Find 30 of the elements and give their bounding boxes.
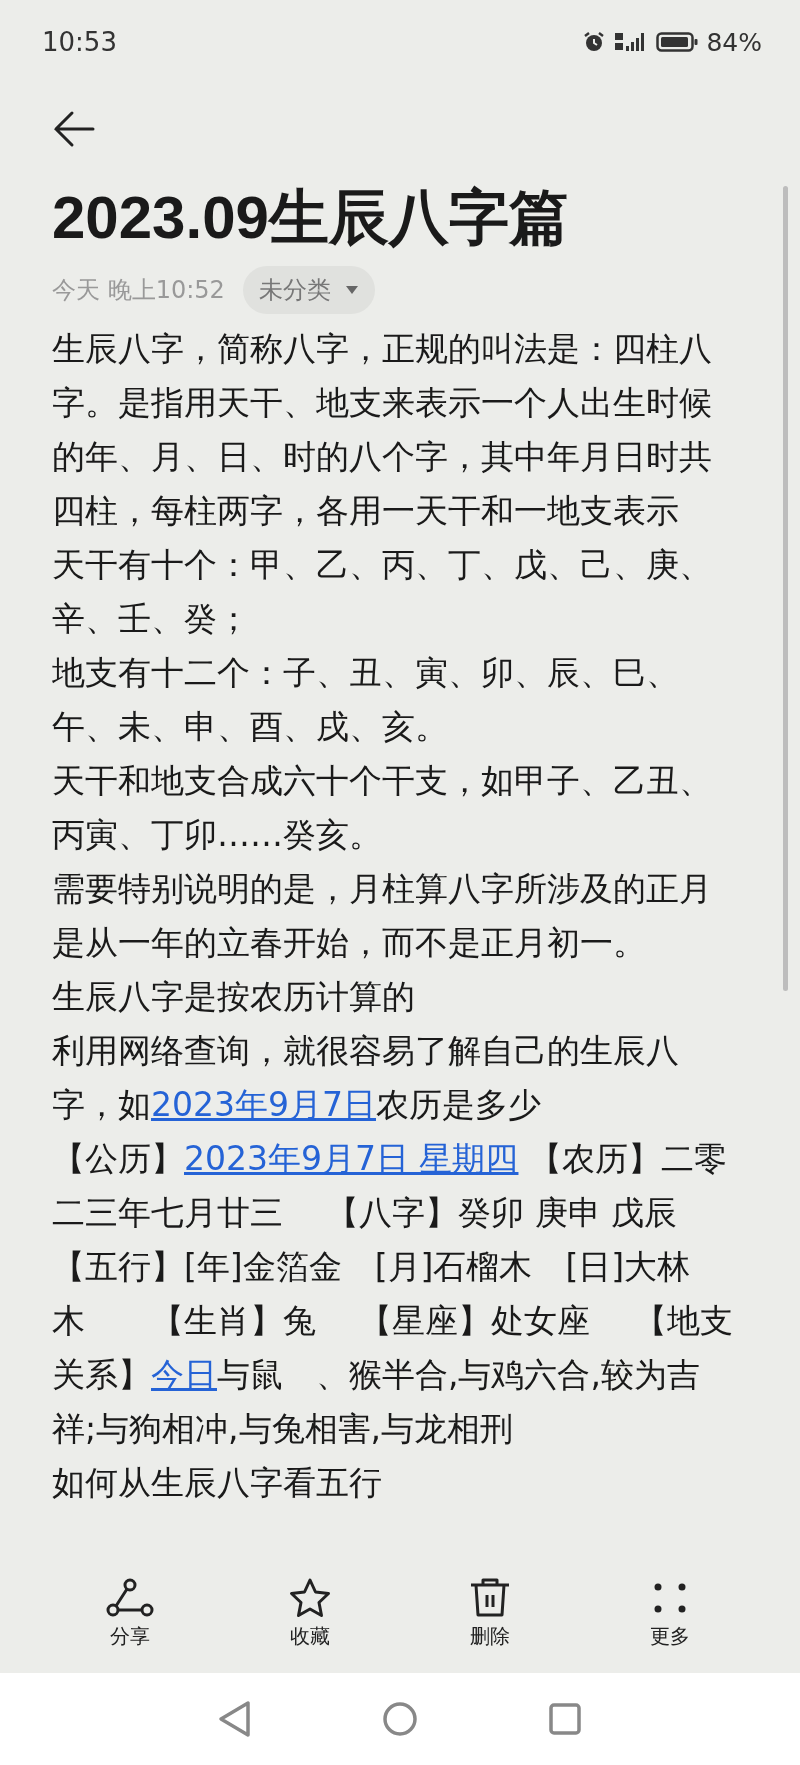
toolbar-button[interactable]: 分享	[40, 1576, 220, 1650]
body-paragraph: 天干有十个：甲、乙、丙、丁、戊、己、庚、辛、壬、癸；	[52, 544, 713, 640]
status-time: 10:53	[42, 27, 117, 57]
toolbar-button[interactable]: 更多	[580, 1576, 760, 1650]
body-paragraph: 天干和地支合成六十个干支，如甲子、乙丑、丙寅、丁卯……癸亥。	[52, 760, 713, 856]
recent-apps-icon[interactable]	[548, 1702, 582, 1736]
battery-icon	[656, 31, 699, 53]
note-date: 今天 晚上10:52	[52, 275, 225, 306]
home-nav-icon[interactable]	[382, 1701, 418, 1737]
date-link[interactable]: 今日	[151, 1355, 217, 1394]
back-nav-icon[interactable]	[218, 1700, 252, 1738]
caret-down-icon	[344, 285, 359, 295]
body-paragraph: 生辰八字，简称八字，正规的叫法是：四柱八字。是指用天干、地支来表示一个人出生时候的年、月、日、时的八个字，其中年月日时共四柱，每柱两字，各用一天干和一地支表示	[52, 328, 713, 532]
body-paragraph: 【公历】2023年9月7日 星期四 【农历】二零二三年七月廿三 【八字】癸卯 庚申 戊辰【五行】[年]金箔金 [月]石榴木 [日]大林木 【生肖】兔 【星座】处女座 【地支关系】今日与鼠 、猴半合,与鸡六合,较为吉祥;与狗相冲,与兔相害,与龙相刑	[52, 1138, 734, 1450]
note-title: 2023.09生辰八字篇	[52, 183, 570, 253]
trash-icon	[468, 1576, 512, 1619]
date-link[interactable]: 2023年9月7日 星期四	[184, 1139, 519, 1178]
body-paragraph: 需要特别说明的是，月柱算八字所涉及的正月是从一年的立春开始，而不是正月初一。	[52, 868, 713, 964]
toolbar-button[interactable]: 收藏	[220, 1576, 400, 1650]
body-paragraph: 生辰八字是按农历计算的	[52, 976, 416, 1018]
body-paragraph: 如何从生辰八字看五行	[52, 1462, 383, 1504]
back-icon[interactable]	[52, 109, 96, 149]
body-paragraph: 地支有十二个：子、丑、寅、卯、辰、巳、午、未、申、酉、戌、亥。	[52, 652, 680, 748]
share-icon	[106, 1576, 154, 1619]
scrollbar[interactable]	[783, 186, 788, 991]
body-paragraph: 利用网络查询，就很容易了解自己的生辰八字，如2023年9月7日农历是多少	[52, 1030, 680, 1126]
date-link[interactable]: 2023年9月7日	[151, 1085, 376, 1124]
toolbar-button[interactable]: 删除	[400, 1576, 580, 1650]
battery-percent: 84%	[706, 27, 762, 57]
star-icon	[288, 1576, 332, 1619]
